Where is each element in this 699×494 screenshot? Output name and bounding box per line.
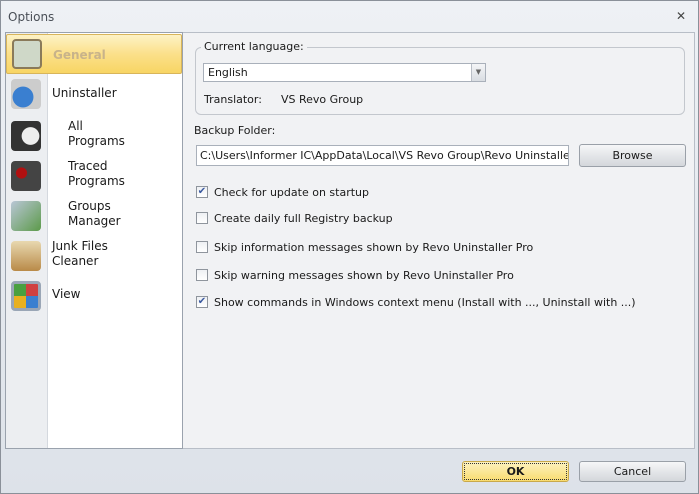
traced-programs-icon (11, 161, 41, 191)
language-value: English (208, 66, 248, 79)
language-select[interactable]: English ▼ (203, 63, 486, 82)
sidebar-item-label: Junk Files Cleaner (52, 239, 108, 268)
language-group: Current language: English ▼ Translator: V… (195, 40, 685, 115)
checkbox-label: Skip warning messages shown by Revo Unin… (214, 268, 514, 282)
sidebar-item-uninstaller[interactable]: Uninstaller (6, 75, 182, 115)
chevron-down-icon[interactable]: ▼ (471, 64, 485, 81)
cancel-button[interactable]: Cancel (579, 461, 686, 482)
check-update-checkbox[interactable]: ✔ Check for update on startup (196, 185, 369, 199)
translator-value: VS Revo Group (281, 93, 364, 106)
sidebar-item-label: General (53, 48, 106, 62)
daily-registry-backup-checkbox[interactable]: Create daily full Registry backup (196, 211, 393, 225)
junk-files-icon (11, 241, 41, 271)
checkbox-label: Show commands in Windows context menu (I… (214, 295, 636, 309)
uninstaller-icon (11, 79, 41, 109)
sidebar-item-groups-manager[interactable]: Groups Manager (6, 197, 182, 237)
skip-info-messages-checkbox[interactable]: Skip information messages shown by Revo … (196, 240, 533, 254)
skip-warning-messages-checkbox[interactable]: Skip warning messages shown by Revo Unin… (196, 268, 514, 282)
browse-button[interactable]: Browse (579, 144, 686, 167)
sidebar-item-label: Groups Manager (68, 199, 121, 228)
backup-folder-input[interactable]: C:\Users\Informer IC\AppData\Local\VS Re… (196, 145, 569, 166)
view-icon (11, 281, 41, 311)
language-label: Current language: (201, 40, 307, 53)
context-menu-commands-checkbox[interactable]: ✔ Show commands in Windows context menu (… (196, 295, 636, 309)
dialog-footer: OK Cancel (5, 449, 695, 491)
groups-manager-icon (11, 201, 41, 231)
options-window: Options ✕ General Uninstaller All Progra… (0, 0, 699, 494)
checkbox-icon[interactable] (196, 212, 208, 224)
sidebar: General Uninstaller All Programs Traced … (5, 32, 183, 449)
general-panel: Current language: English ▼ Translator: V… (183, 32, 695, 449)
sidebar-item-general[interactable]: General (6, 34, 182, 74)
checkbox-icon[interactable]: ✔ (196, 296, 208, 308)
sidebar-item-label: All Programs (68, 119, 125, 148)
checkbox-icon[interactable] (196, 269, 208, 281)
sidebar-item-traced-programs[interactable]: Traced Programs (6, 157, 182, 197)
backup-folder-label: Backup Folder: (194, 124, 276, 137)
ok-button[interactable]: OK (462, 461, 569, 482)
all-programs-icon (11, 121, 41, 151)
close-icon[interactable]: ✕ (676, 9, 686, 23)
checkbox-icon[interactable] (196, 241, 208, 253)
translator-label: Translator: (204, 93, 262, 106)
window-title: Options (8, 10, 55, 24)
checkbox-label: Check for update on startup (214, 185, 369, 199)
general-clipboard-icon (12, 39, 42, 69)
sidebar-item-label: Traced Programs (68, 159, 125, 188)
checkbox-icon[interactable]: ✔ (196, 186, 208, 198)
checkbox-label: Create daily full Registry backup (214, 211, 393, 225)
sidebar-item-junk-files-cleaner[interactable]: Junk Files Cleaner (6, 237, 182, 277)
sidebar-item-view[interactable]: View (6, 277, 182, 317)
sidebar-item-all-programs[interactable]: All Programs (6, 117, 182, 157)
sidebar-item-label: Uninstaller (52, 86, 117, 100)
checkbox-label: Skip information messages shown by Revo … (214, 240, 534, 254)
sidebar-item-label: View (52, 287, 81, 301)
